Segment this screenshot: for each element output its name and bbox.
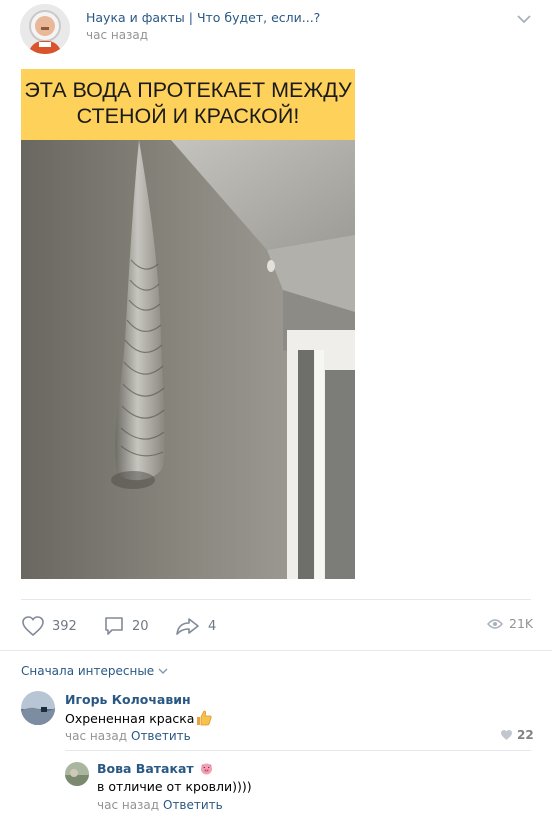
share-button[interactable]: 4 [175,614,216,638]
comment-like-button[interactable]: 22 [500,728,534,742]
post-image[interactable]: ЭТА ВОДА ПРОТЕКАЕТ МЕЖДУ СТЕНОЙ И КРАСКО… [21,69,355,579]
like-button[interactable]: 392 [21,614,77,638]
heart-icon [22,616,44,637]
reply-link[interactable]: Ответить [163,798,223,812]
views-count: 21K [509,616,534,631]
comment-time[interactable]: час назад [65,729,127,743]
thumbs-up-icon [197,710,213,726]
comment-icon [105,617,123,635]
comment-text: Охрененная краска [65,710,213,726]
comment-text-content: Охрененная краска [65,711,195,726]
sort-label: Сначала интересные [21,664,155,678]
comment-button[interactable]: 20 [103,614,149,638]
commenter-avatar[interactable] [21,691,55,725]
reply-author-name: Вова Ватакат [97,761,194,776]
image-banner: ЭТА ВОДА ПРОТЕКАЕТ МЕЖДУ СТЕНОЙ И КРАСКО… [21,69,355,140]
banner-text: ЭТА ВОДА ПРОТЕКАЕТ МЕЖДУ СТЕНОЙ И КРАСКО… [24,78,352,128]
reply-text: в отличие от кровли)))) [97,779,252,794]
share-icon [176,618,199,635]
comment-author[interactable]: Игорь Колочавин [65,692,191,707]
post-header: Наука и факты | Что будет, если...? час … [20,4,552,54]
shares-count: 4 [208,618,217,634]
actions-divider-top [21,599,531,600]
reply-link[interactable]: Ответить [131,729,191,743]
comment-divider [65,750,531,751]
chevron-down-icon [158,668,168,674]
likes-count: 392 [52,618,77,634]
reply-author-avatar[interactable] [65,762,89,786]
comments-sort-dropdown[interactable]: Сначала интересные [21,664,168,678]
group-name-link[interactable]: Наука и факты | Что будет, если...? [86,10,320,25]
heart-icon [501,730,512,740]
reply-author[interactable]: Вова Ватакат [97,761,213,776]
eye-icon [487,618,503,629]
comment-likes-count: 22 [517,728,534,742]
post-time[interactable]: час назад [86,28,148,42]
wall-photo [21,140,355,579]
group-avatar[interactable] [20,4,70,54]
actions-divider-bottom [0,650,552,651]
views-counter: 21K [487,616,533,631]
chevron-down-icon[interactable] [517,14,531,24]
comments-count: 20 [132,618,149,634]
reply-time[interactable]: час назад [97,798,159,812]
pig-face-icon [200,763,212,775]
